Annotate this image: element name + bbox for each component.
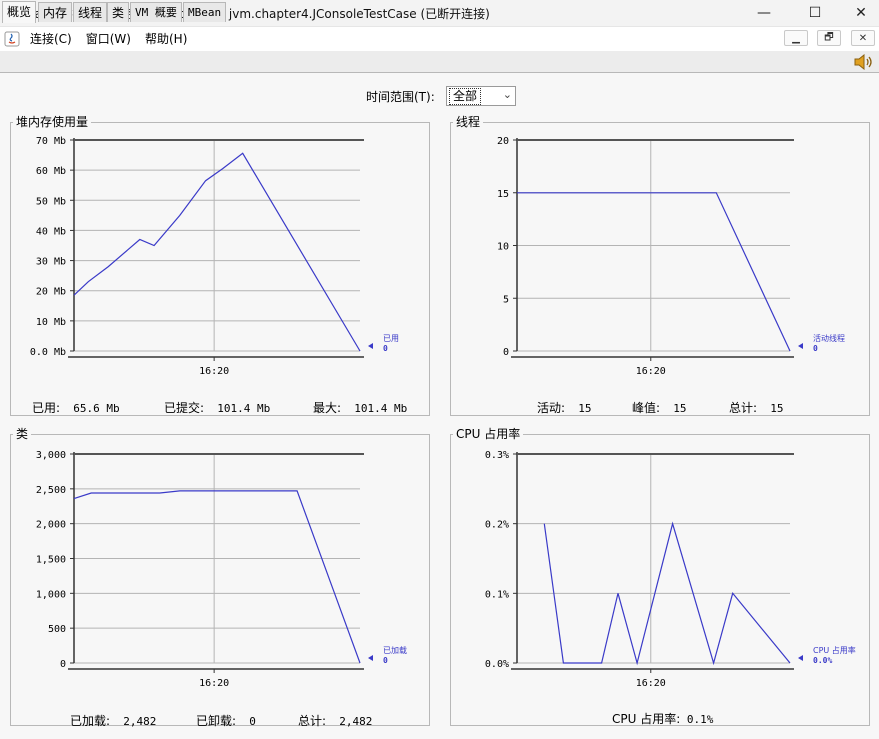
cpu-y-tick-label: 0.0% [485,659,509,670]
classes-legend-marker [368,655,373,661]
threads-y-tick-label: 0 [503,347,509,358]
classes-stat-loaded: 已加载: 2,482 [70,714,157,728]
minimize-icon: — [757,5,771,21]
menu-window[interactable]: 窗口(W) [86,30,131,47]
window-maximize-button[interactable]: ☐ [792,0,838,26]
cpu-legend-value: 0.0% [813,656,832,665]
tab-bar [0,51,879,73]
menu-bar: 连接(C) 窗口(W) 帮助(H) [0,26,879,50]
heap-stat-max: 最大: 101.4 Mb [313,401,408,415]
cpu-y-tick-label: 0.2% [485,520,509,531]
heap-x-tick-label: 16:20 [199,366,229,377]
cpu-y-tick-label: 0.3% [485,450,509,461]
speaker-icon [854,54,872,70]
threads-y-tick-label: 15 [497,189,509,200]
heap-stat-used: 已用: 65.6 Mb [32,401,120,415]
threads-y-tick-label: 20 [497,136,509,147]
window-minimize-button[interactable]: — [741,0,787,26]
cpu-x-tick-label: 16:20 [636,678,666,689]
close-icon: ✕ [858,32,868,44]
menu-connection[interactable]: 连接(C) [30,30,72,47]
classes-y-tick-label: 1,000 [36,589,66,600]
threads-stat-total: 总计: 15 [729,401,784,415]
threads-legend-marker [798,343,803,349]
window-close-button[interactable]: ✕ [838,0,879,26]
heap-legend-marker [368,343,373,349]
cpu-plot-area [517,454,790,663]
heap-y-tick-label: 70 Mb [36,136,66,147]
java-menu-icon[interactable] [4,31,20,47]
tab-overview[interactable]: 概览 [2,1,37,23]
inner-close-button[interactable]: ✕ [851,30,875,46]
threads-y-tick-label: 10 [497,242,509,253]
cpu-legend-marker [798,655,803,661]
heap-y-tick-label: 10 Mb [36,317,66,328]
close-icon: ✕ [855,5,867,21]
classes-y-tick-label: 2,500 [36,485,66,496]
cpu-legend-name: CPU 占用率 [813,645,856,655]
cpu-stat-usage: CPU 占用率: 0.1% [612,712,714,726]
heap-legend-value: 0 [383,344,388,353]
heap-y-tick-label: 20 Mb [36,287,66,298]
heap-y-tick-label: 40 Mb [36,226,66,237]
classes-y-tick-label: 3,000 [36,450,66,461]
heap-y-tick-label: 60 Mb [36,166,66,177]
classes-y-tick-label: 2,000 [36,520,66,531]
heap-panel-title: 堆内存使用量 [13,115,92,129]
tab-classes[interactable]: 类 [107,2,130,22]
threads-y-tick-label: 5 [503,294,509,305]
minimize-icon: ▁ [792,32,800,44]
cpu-panel-title: CPU 占用率 [453,427,524,441]
threads-stat-peak: 峰值: 15 [632,401,687,415]
heap-y-tick-label: 30 Mb [36,257,66,268]
maximize-icon: ☐ [808,5,822,21]
cpu-y-tick-label: 0.1% [485,589,509,600]
tab-threads[interactable]: 线程 [73,2,108,22]
threads-stat-live: 活动: 15 [537,401,592,415]
heap-memory-chart: 0.0 Mb 10 Mb 20 Mb 30 Mb 40 Mb 50 Mb 60 Mb 70 M… [30,136,399,377]
menu-help[interactable]: 帮助(H) [145,30,187,47]
cpu-usage-chart: 0.0%0.1%0.2%0.3%16:20CPU 占用率0.0% [485,450,856,689]
classes-y-tick-label: 0 [60,659,66,670]
tab-memory[interactable]: 内存 [38,2,73,22]
chevron-down-icon: ⌄ [502,88,512,101]
tab-mbean[interactable]: MBean [183,2,227,22]
classes-panel-title: 类 [13,427,32,441]
classes-x-tick-label: 16:20 [199,678,229,689]
time-range-value: 全部 [449,88,482,105]
threads-chart: 0510152016:20活动线程0 [497,136,845,377]
time-range-label: 时间范围(T): [366,90,435,104]
heap-stat-committed: 已提交: 101.4 Mb [164,401,271,415]
classes-chart: 05001,0001,5002,0002,5003,00016:20已加载0 [36,450,407,689]
time-range-select[interactable]: 全部 ⌄ [446,86,516,106]
classes-stat-total: 总计: 2,482 [298,714,373,728]
threads-legend-name: 活动线程 [813,333,845,343]
classes-legend-value: 0 [383,656,388,665]
inner-minimize-button[interactable]: ▁ [784,30,808,46]
threads-x-tick-label: 16:20 [636,366,666,377]
classes-stat-unloaded: 已卸载: 0 [196,714,256,728]
heap-plot-area [74,140,360,351]
tab-vm-summary[interactable]: VM 概要 [130,2,182,22]
heap-y-tick-label: 0.0 Mb [30,347,66,358]
threads-legend-value: 0 [813,344,818,353]
threads-panel-title: 线程 [453,115,484,129]
heap-legend-name: 已用 [383,334,399,343]
classes-y-tick-label: 1,500 [36,555,66,566]
restore-icon: 🗗 [824,31,834,43]
classes-y-tick-label: 500 [48,624,66,635]
classes-legend-name: 已加载 [383,645,407,655]
heap-y-tick-label: 50 Mb [36,196,66,207]
inner-restore-button[interactable]: 🗗 [817,30,841,46]
